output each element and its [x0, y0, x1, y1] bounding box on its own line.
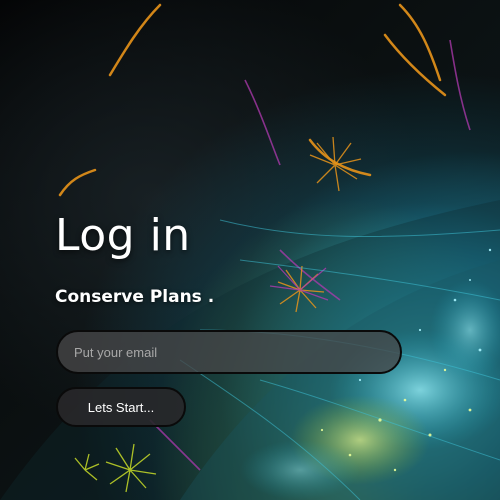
page-title: Log in: [55, 210, 191, 261]
lets-start-button[interactable]: Lets Start...: [56, 387, 186, 427]
email-field[interactable]: [56, 330, 402, 374]
page-subtitle: Conserve Plans .: [55, 287, 215, 307]
login-page: Log in Conserve Plans . Lets Start...: [0, 0, 500, 500]
